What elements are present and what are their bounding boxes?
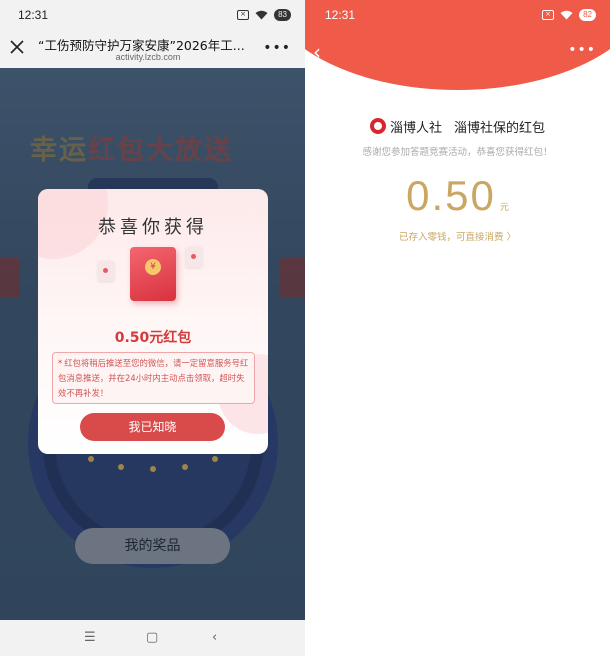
battery-indicator: 82 [579, 9, 596, 21]
back-icon[interactable]: ‹ [212, 630, 217, 645]
battery-indicator: 83 [274, 9, 291, 21]
sender-info: 淄博人社 淄博社保的红包 [305, 116, 610, 136]
browser-nav-bar: “工伤预防守护万家安康”2026年工... activity.lzcb.com … [0, 30, 305, 68]
home-icon[interactable]: ▢ [146, 630, 158, 645]
status-icons: × 83 [237, 9, 291, 21]
wifi-icon [560, 10, 573, 20]
asterisk-icon: * [58, 358, 63, 368]
status-time: 12:31 [325, 8, 356, 22]
system-nav-bar: ☰ ▢ ‹ [0, 620, 305, 656]
small-envelope-icon [98, 261, 114, 281]
notification-icon: × [237, 10, 250, 20]
more-options-icon[interactable]: ••• [568, 42, 596, 58]
status-bar: 12:31 × 82 [305, 0, 610, 30]
org-logo-icon [369, 118, 386, 134]
yuan-coin-icon: ¥ [145, 259, 161, 275]
right-phone-screen: 12:31 × 82 ‹ ••• 淄博人社 淄博社保的红包 感谢您参加答题竞赛活… [305, 0, 610, 656]
received-amount: 0.50 元 [305, 172, 610, 220]
deposit-link[interactable]: 已存入零钱，可直接消费 〉 [305, 229, 610, 243]
status-bar: 12:31 × 83 [0, 0, 305, 30]
amount-value: 0.50 [406, 172, 496, 219]
prize-notice: * 红包将稍后推送至您的微信，请一定留意服务号红包消息推送，并在24小时内主动点击… [52, 352, 255, 404]
notification-icon: × [542, 10, 555, 20]
amount-unit: 元 [499, 203, 509, 213]
system-nav-bar [305, 620, 610, 656]
status-icons: × 82 [542, 9, 596, 21]
red-envelope-icon: ¥ [130, 247, 176, 301]
prize-modal: 恭喜你获得 ¥ 0.50元红包 * 红包将稍后推送至您的微信，请一定留意服务号红包… [38, 189, 268, 454]
prize-amount: 0.50元红包 [114, 330, 192, 346]
wifi-icon [255, 10, 268, 20]
close-icon[interactable] [8, 38, 26, 56]
menu-icon[interactable]: ☰ [84, 630, 96, 645]
my-prizes-button[interactable]: 我的奖品 [75, 528, 230, 564]
small-envelope-icon [186, 247, 202, 267]
greeting-text: 感谢您参加答题竞赛活动，恭喜您获得红包！ [362, 147, 553, 158]
redpacket-name: 淄博社保的红包 [454, 120, 546, 136]
notice-text: 红包将稍后推送至您的微信，请一定留意服务号红包消息推送，并在24小时内主动点击领… [58, 358, 249, 398]
more-options-icon[interactable]: ••• [263, 40, 291, 56]
left-phone-screen: 12:31 × 83 “工伤预防守护万家安康”2026年工... activit… [0, 0, 305, 656]
back-icon[interactable]: ‹ [313, 40, 321, 64]
acknowledge-button[interactable]: 我已知晓 [80, 413, 225, 441]
modal-title: 恭喜你获得 [98, 217, 208, 238]
org-name: 淄博人社 [389, 120, 442, 136]
status-time: 12:31 [18, 8, 49, 22]
page-url: activity.lzcb.com [115, 52, 181, 62]
